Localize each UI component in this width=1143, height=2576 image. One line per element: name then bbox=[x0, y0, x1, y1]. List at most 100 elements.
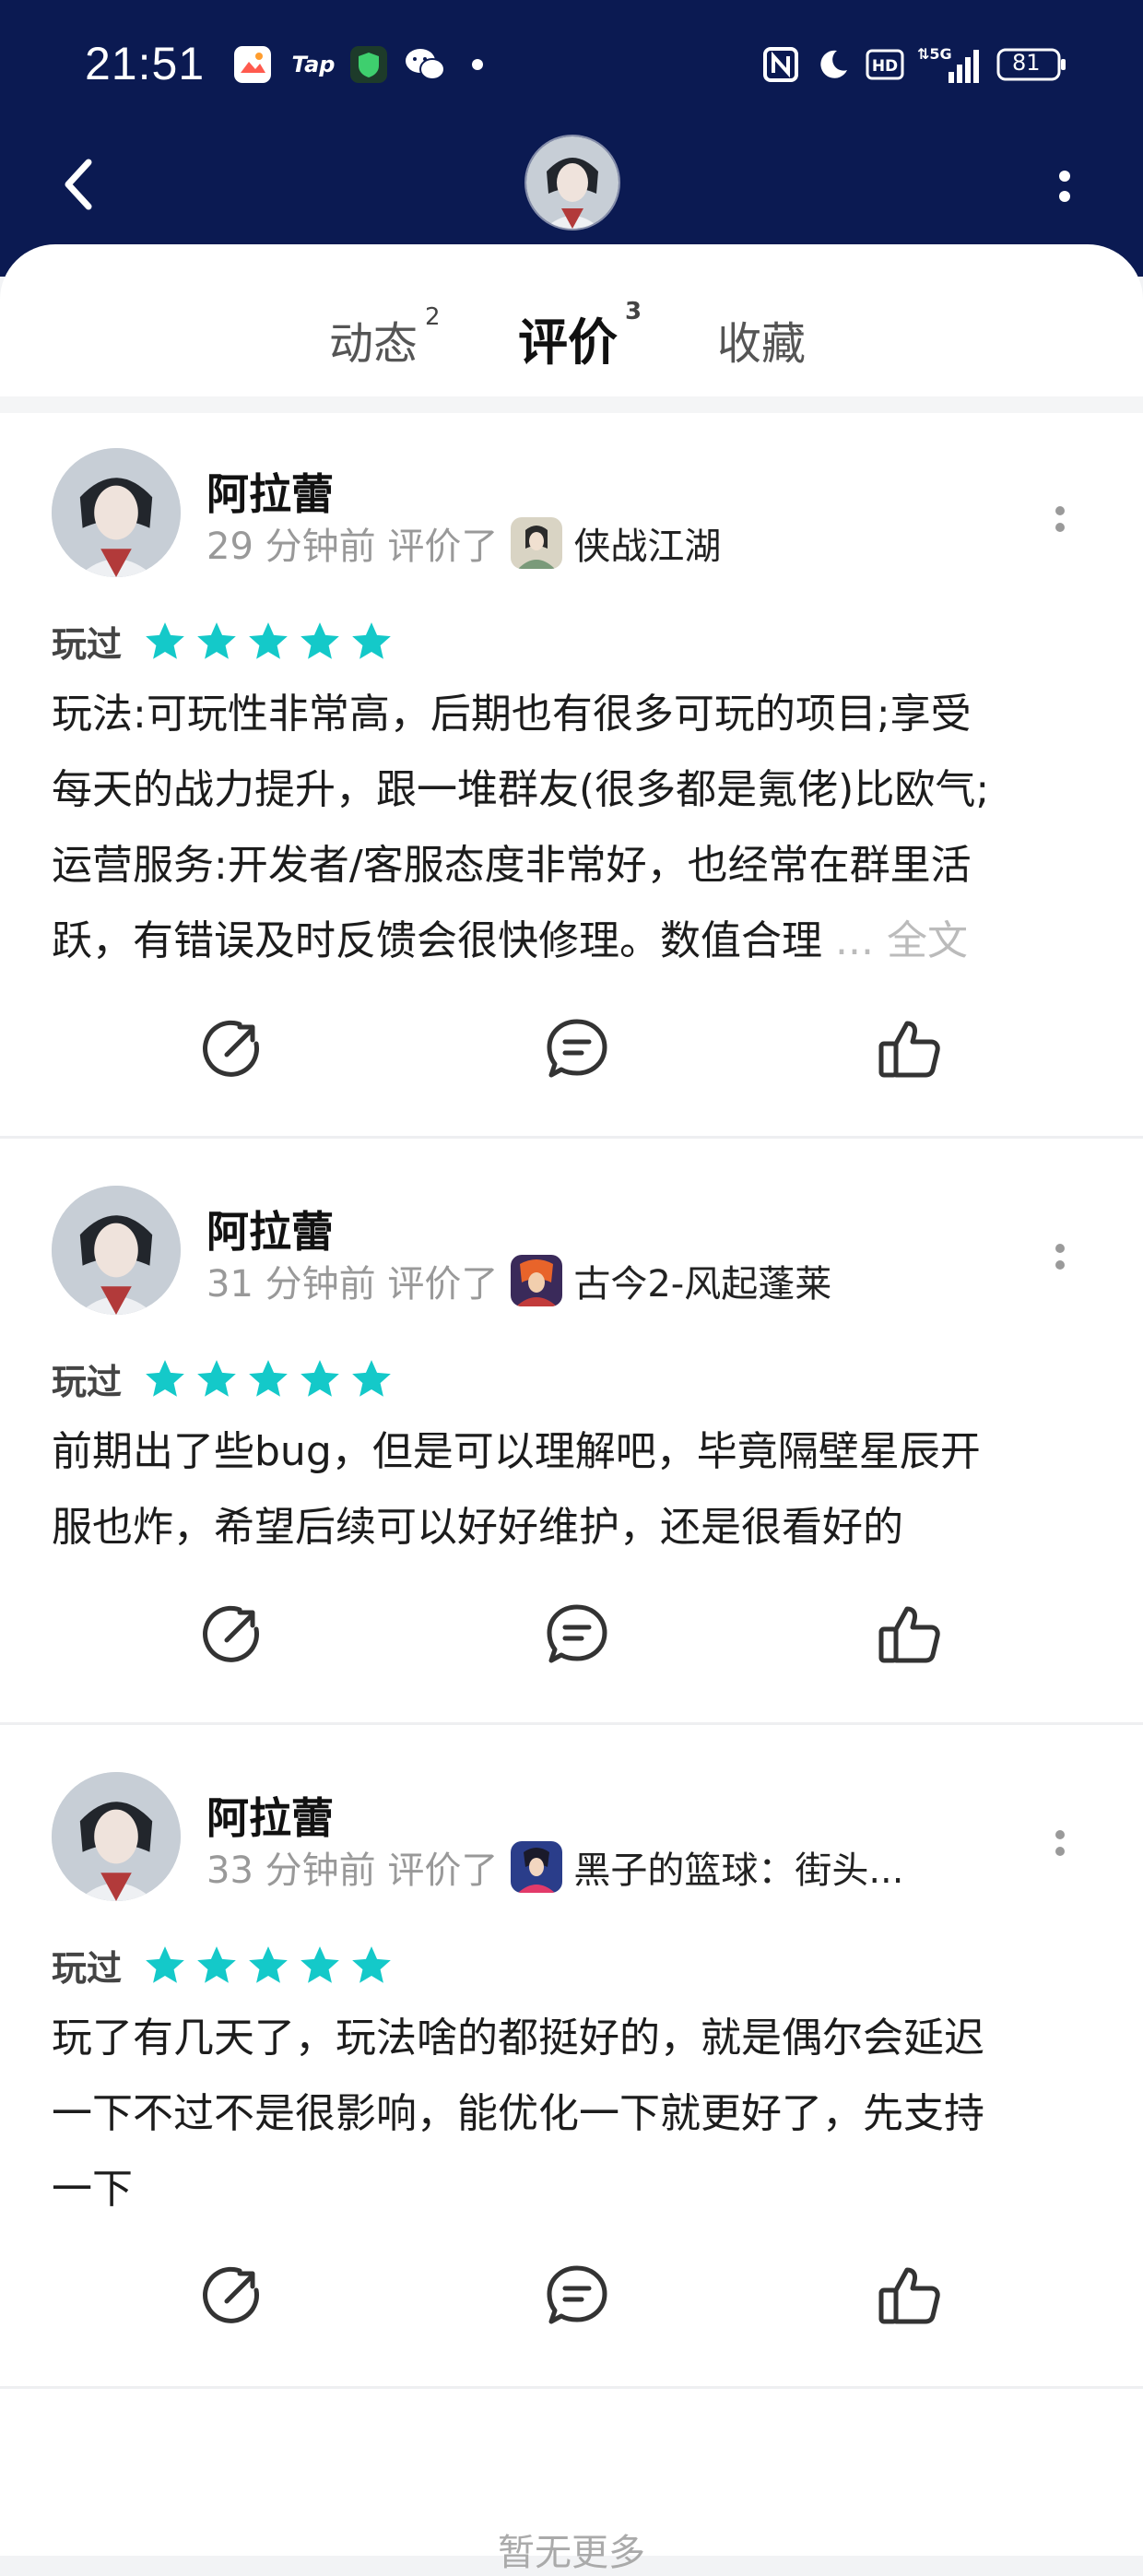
share-icon bbox=[203, 1605, 259, 1662]
user-name[interactable]: 阿拉蕾 bbox=[206, 461, 334, 522]
comment-button[interactable] bbox=[544, 1601, 610, 1668]
avatar[interactable] bbox=[52, 448, 181, 577]
comment-button[interactable] bbox=[544, 1016, 610, 1082]
star-rating bbox=[142, 619, 395, 665]
divider bbox=[0, 1136, 1143, 1139]
review-actions bbox=[0, 1016, 1143, 1099]
star-icon bbox=[197, 621, 236, 659]
game-name[interactable]: 古今2-风起蓬莱 bbox=[573, 1254, 831, 1307]
review-line: 每天的战力提升，跟一堆群友(很多都是氪佬)比欧气; bbox=[52, 766, 990, 813]
review-card: 阿拉蕾 29 分钟前 评价了 侠战江湖 玩过 玩法:可玩性非常高，后期也有很多可… bbox=[0, 406, 1143, 1134]
game-icon[interactable] bbox=[511, 517, 563, 569]
review-text[interactable]: 玩了有几天了，玩法啥的都挺好的，就是偶尔会延迟 一下不过不是很影响，能优化一下就… bbox=[52, 2001, 1093, 2227]
star-icon bbox=[300, 1945, 339, 1983]
review-meta: 33 分钟前 评价了 黑子的篮球：街头... bbox=[206, 1840, 903, 1894]
tab-label: 动态 bbox=[329, 318, 418, 370]
game-icon[interactable] bbox=[511, 1255, 563, 1306]
star-icon bbox=[146, 1945, 184, 1983]
star-icon bbox=[249, 621, 288, 659]
played-row: 玩过 bbox=[52, 1940, 395, 1991]
review-more-button[interactable] bbox=[1049, 1814, 1071, 1870]
review-more-button[interactable] bbox=[1049, 490, 1071, 546]
review-line: 玩法:可玩性非常高，后期也有很多可玩的项目;享受 bbox=[52, 691, 972, 738]
back-button[interactable] bbox=[53, 148, 109, 221]
star-icon bbox=[197, 1945, 236, 1983]
star-icon bbox=[197, 1359, 236, 1397]
header: 21:51 Tap HD ⇅5G 81 bbox=[0, 0, 1143, 277]
battery-level: 81 bbox=[1012, 50, 1041, 76]
like-button[interactable] bbox=[876, 1601, 942, 1668]
tab-bar: 动态2 评价 3 收藏 bbox=[0, 298, 1143, 383]
hd-icon: HD bbox=[865, 44, 905, 85]
share-button[interactable] bbox=[199, 1601, 265, 1668]
played-label: 玩过 bbox=[52, 624, 123, 665]
vpn-shield-icon bbox=[348, 44, 389, 85]
profile-avatar[interactable] bbox=[524, 135, 620, 230]
share-icon bbox=[203, 1020, 259, 1077]
taptap-icon: Tap bbox=[291, 52, 336, 77]
game-icon[interactable] bbox=[511, 1841, 563, 1893]
svg-text:HD: HD bbox=[872, 57, 898, 76]
more-vertical-icon bbox=[1055, 506, 1065, 532]
more-options-button[interactable] bbox=[1051, 153, 1078, 218]
user-name[interactable]: 阿拉蕾 bbox=[206, 1785, 334, 1846]
review-text[interactable]: 前期出了些bug，但是可以理解吧，毕竟隔壁星辰开 服也炸，希望后续可以好好维护，… bbox=[52, 1414, 1093, 1566]
image-app-icon bbox=[232, 44, 273, 85]
star-icon bbox=[352, 1359, 391, 1397]
review-line: 一下不过不是很影响，能优化一下就更好了，先支持 bbox=[52, 2090, 984, 2137]
played-row: 玩过 bbox=[52, 1353, 395, 1404]
star-rating bbox=[142, 1356, 395, 1402]
comment-icon bbox=[547, 1604, 607, 1663]
review-meta: 29 分钟前 评价了 侠战江湖 bbox=[206, 516, 721, 570]
comment-button[interactable] bbox=[544, 2263, 610, 2329]
game-name[interactable]: 黑子的篮球：街头... bbox=[573, 1840, 903, 1894]
tab-label: 评价 bbox=[518, 313, 618, 372]
review-line: 服也炸，希望后续可以好好维护，还是很看好的 bbox=[52, 1504, 903, 1551]
star-icon bbox=[146, 621, 184, 659]
tab-favorites[interactable]: 收藏 bbox=[717, 307, 806, 372]
review-more-button[interactable] bbox=[1049, 1228, 1071, 1283]
review-line: 前期出了些bug，但是可以理解吧，毕竟隔壁星辰开 bbox=[52, 1428, 981, 1475]
review-card: 阿拉蕾 31 分钟前 评价了 古今2-风起蓬莱 玩过 前期出了些bug，但是可以… bbox=[0, 1143, 1143, 1715]
review-time: 33 分钟前 评价了 bbox=[206, 1849, 499, 1892]
played-label: 玩过 bbox=[52, 1362, 123, 1402]
game-name[interactable]: 侠战江湖 bbox=[573, 516, 721, 570]
moon-icon bbox=[815, 44, 852, 85]
star-icon bbox=[300, 621, 339, 659]
tab-label: 收藏 bbox=[717, 318, 807, 370]
played-row: 玩过 bbox=[52, 616, 395, 667]
tab-dynamic[interactable]: 动态2 bbox=[329, 303, 441, 372]
wechat-icon bbox=[402, 44, 448, 85]
signal-icon: ⇅5G bbox=[914, 44, 981, 85]
like-button[interactable] bbox=[876, 2263, 942, 2329]
comment-icon bbox=[547, 1019, 607, 1078]
comment-icon bbox=[547, 2265, 607, 2324]
avatar[interactable] bbox=[52, 1772, 181, 1901]
dot-icon bbox=[468, 44, 487, 85]
expand-full-text[interactable]: ... 全文 bbox=[835, 917, 968, 964]
more-vertical-icon bbox=[1059, 171, 1070, 202]
share-button[interactable] bbox=[199, 1016, 265, 1082]
share-button[interactable] bbox=[199, 2263, 265, 2329]
review-time: 31 分钟前 评价了 bbox=[206, 1263, 499, 1306]
review-line: 玩了有几天了，玩法啥的都挺好的，就是偶尔会延迟 bbox=[52, 2015, 984, 2062]
tab-count: 2 bbox=[425, 303, 441, 331]
star-icon bbox=[352, 621, 391, 659]
status-bar: 21:51 Tap HD ⇅5G 81 bbox=[0, 0, 1143, 138]
divider bbox=[0, 2386, 1143, 2389]
star-icon bbox=[352, 1945, 391, 1983]
user-name[interactable]: 阿拉蕾 bbox=[206, 1199, 334, 1259]
thumbs-up-icon bbox=[878, 2267, 940, 2324]
like-button[interactable] bbox=[876, 1016, 942, 1082]
star-rating bbox=[142, 1943, 395, 1989]
review-actions bbox=[0, 2263, 1143, 2346]
review-text[interactable]: 玩法:可玩性非常高，后期也有很多可玩的项目;享受 每天的战力提升，跟一堆群友(很… bbox=[52, 677, 1093, 979]
review-line: 运营服务:开发者/客服态度非常好，也经常在群里活 bbox=[52, 842, 972, 889]
avatar[interactable] bbox=[52, 1186, 181, 1315]
played-label: 玩过 bbox=[52, 1948, 123, 1989]
tab-reviews[interactable]: 评价 3 bbox=[518, 298, 642, 374]
star-icon bbox=[300, 1359, 339, 1397]
nfc-icon bbox=[761, 44, 800, 85]
no-more-text: 暂无更多 bbox=[498, 2532, 645, 2574]
divider bbox=[0, 1722, 1143, 1725]
